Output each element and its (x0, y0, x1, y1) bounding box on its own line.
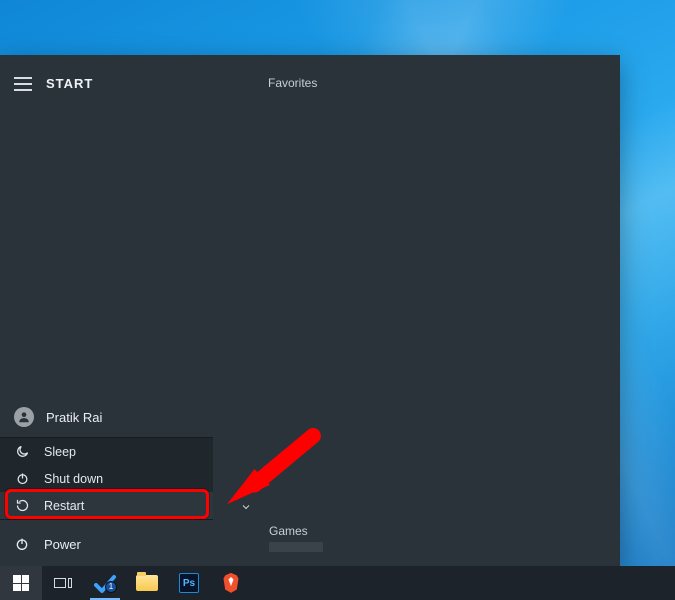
todo-icon: 1 (93, 572, 117, 594)
power-options-flyout: Sleep Shut down Restart (0, 437, 213, 520)
taskbar-app-todo[interactable]: 1 (84, 566, 126, 600)
start-title: START (46, 76, 93, 91)
chevron-down-icon[interactable] (239, 500, 253, 514)
todo-badge: 1 (105, 581, 117, 593)
user-avatar-icon (14, 407, 34, 427)
taskbar: 1 Ps (0, 566, 675, 600)
power-icon (14, 536, 30, 552)
taskbar-app-brave[interactable] (210, 566, 252, 600)
windows-logo-icon (13, 575, 29, 591)
games-section-label: Games (239, 518, 610, 542)
taskbar-app-explorer[interactable] (126, 566, 168, 600)
restart-label: Restart (44, 499, 84, 513)
restart-icon (14, 498, 30, 514)
hamburger-icon[interactable] (14, 77, 32, 91)
task-view-icon (54, 578, 72, 588)
sleep-option[interactable]: Sleep (0, 438, 213, 465)
restart-option[interactable]: Restart (0, 492, 213, 519)
favorites-section-label: Favorites (213, 55, 620, 90)
games-section: Games (239, 500, 610, 552)
power-button[interactable]: Power (0, 526, 213, 562)
game-tile-placeholder[interactable] (269, 542, 323, 552)
photoshop-icon: Ps (179, 573, 199, 593)
brave-icon (221, 572, 241, 594)
user-name-label: Pratik Rai (46, 410, 102, 425)
power-label: Power (44, 537, 81, 552)
user-account-button[interactable]: Pratik Rai (0, 399, 213, 437)
sleep-icon (14, 444, 30, 460)
task-view-button[interactable] (42, 566, 84, 600)
start-menu: START Pratik Rai Sleep Shut down (0, 55, 620, 566)
power-icon (14, 471, 30, 487)
taskbar-pinned-apps: 1 Ps (84, 566, 252, 600)
folder-icon (136, 575, 158, 591)
sleep-label: Sleep (44, 445, 76, 459)
taskbar-app-photoshop[interactable]: Ps (168, 566, 210, 600)
start-header: START (0, 55, 213, 97)
start-right-column: Favorites Games (213, 55, 620, 566)
start-button[interactable] (0, 566, 42, 600)
shutdown-label: Shut down (44, 472, 103, 486)
shutdown-option[interactable]: Shut down (0, 465, 213, 492)
start-left-column: START Pratik Rai Sleep Shut down (0, 55, 213, 566)
